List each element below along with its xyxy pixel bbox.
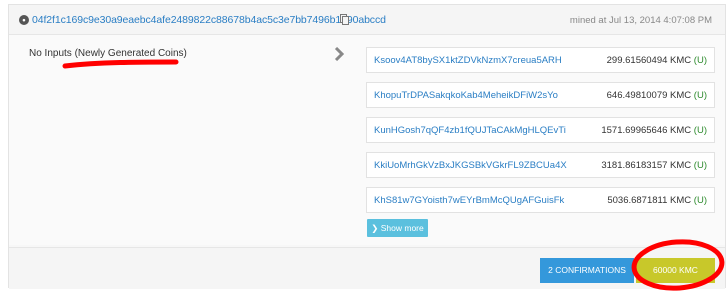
output-amount: 3181.86183157 KMC (U): [601, 160, 707, 171]
output-row: KhopuTrDPASakqkoKab4MeheikDFiW2sYo 646.4…: [366, 82, 715, 108]
output-row: Ksoov4AT8bySX1ktZDVkNzmX7creua5ARH 299.6…: [366, 47, 715, 73]
output-amount: 646.49810079 KMC (U): [606, 90, 707, 101]
inputs-label: No Inputs (Newly Generated Coins): [29, 48, 187, 59]
show-more-label: Show more: [380, 223, 424, 233]
transaction-footer: 2 CONFIRMATIONS 60000 KMC: [9, 247, 725, 289]
transaction-body: No Inputs (Newly Generated Coins) Ksoov4…: [9, 35, 725, 245]
copy-icon[interactable]: [340, 14, 349, 25]
output-amount: 1571.69965646 KMC (U): [601, 125, 707, 136]
output-address-link[interactable]: KhS81w7GYoisth7wEYrBmMcQUgAFGuisFk: [374, 195, 564, 206]
tx-hash-link[interactable]: 04f2f1c169c9e30a9eaebc4afe2489822c88678b…: [32, 14, 386, 26]
output-address-link[interactable]: KkiUoMrhGkVzBxJKGSBkVGkrFL9ZBCUa4X: [374, 160, 567, 171]
confirmations-button[interactable]: 2 CONFIRMATIONS: [540, 258, 634, 283]
output-address-link[interactable]: KunHGosh7qQF4zb1fQUJTaCAkMgHLQEvTi: [374, 125, 566, 136]
output-address-link[interactable]: Ksoov4AT8bySX1ktZDVkNzmX7creua5ARH: [374, 55, 562, 66]
show-more-button[interactable]: ❯ Show more: [367, 219, 428, 237]
transaction-card: • 04f2f1c169c9e30a9eaebc4afe2489822c8867…: [8, 4, 726, 289]
chevron-down-icon: ❯: [371, 223, 379, 233]
tx-toggle-icon[interactable]: •: [19, 15, 29, 25]
output-amount: 299.61560494 KMC (U): [606, 55, 707, 66]
chevron-right-icon: [333, 46, 347, 62]
output-row: KhS81w7GYoisth7wEYrBmMcQUgAFGuisFk 5036.…: [366, 187, 715, 213]
mined-timestamp: mined at Jul 13, 2014 4:07:08 PM: [569, 15, 712, 26]
transaction-header: • 04f2f1c169c9e30a9eaebc4afe2489822c8867…: [9, 5, 725, 35]
output-row: KkiUoMrhGkVzBxJKGSBkVGkrFL9ZBCUa4X 3181.…: [366, 152, 715, 178]
output-amount: 5036.6871811 KMC (U): [607, 195, 707, 206]
output-row: KunHGosh7qQF4zb1fQUJTaCAkMgHLQEvTi 1571.…: [366, 117, 715, 143]
output-address-link[interactable]: KhopuTrDPASakqkoKab4MeheikDFiW2sYo: [374, 90, 558, 101]
total-amount-button[interactable]: 60000 KMC: [636, 258, 715, 283]
